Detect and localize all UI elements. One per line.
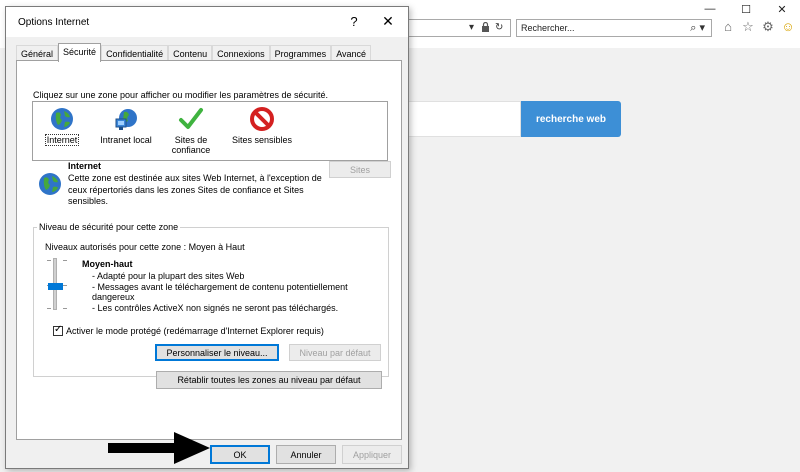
slider-tick	[63, 260, 67, 261]
refresh-icon[interactable]: ↻	[495, 22, 503, 33]
gear-icon[interactable]: ⚙	[760, 18, 776, 36]
dialog-titlebar: Options Internet ? ✕	[6, 7, 408, 37]
tab-security[interactable]: Sécurité	[58, 43, 102, 62]
close-window-button[interactable]: ✕	[764, 0, 800, 18]
protected-mode-checkbox[interactable]	[53, 324, 63, 336]
slider-tick	[47, 308, 51, 309]
maximize-button[interactable]: ☐	[728, 0, 764, 18]
internet-options-dialog: Options Internet ? ✕ Général Sécurité Co…	[5, 6, 409, 469]
security-level-details: - Adapté pour la plupart des sites Web -…	[92, 271, 362, 313]
allowed-levels-text: Niveaux autorisés pour cette zone : Moye…	[45, 242, 245, 252]
browser-search-box[interactable]: Rechercher... ⌕ ▾	[516, 19, 712, 37]
level-detail-line: - Adapté pour la plupart des sites Web	[92, 271, 245, 281]
search-placeholder: Rechercher...	[521, 23, 575, 33]
zone-internet[interactable]: Internet	[39, 102, 85, 146]
globe-icon	[49, 106, 75, 132]
ok-button[interactable]: OK	[210, 445, 270, 464]
minimize-button[interactable]: —	[692, 0, 728, 18]
slider-tick	[47, 260, 51, 261]
zone-intranet[interactable]: Intranet local	[93, 102, 159, 145]
toolbar-icons: ⌂ ☆ ⚙ ☺	[720, 18, 796, 36]
zone-description-title: Internet	[68, 161, 102, 171]
default-level-button[interactable]: Niveau par défaut	[289, 344, 381, 361]
search-icon[interactable]: ⌕ ▾	[690, 21, 705, 35]
zone-instruction: Cliquez sur une zone pour afficher ou mo…	[33, 90, 328, 100]
selected-zone-globe-icon	[37, 171, 63, 197]
help-button[interactable]: ?	[342, 14, 366, 29]
protected-mode-label: Activer le mode protégé (redémarrage d'I…	[66, 326, 324, 336]
favorites-star-icon[interactable]: ☆	[740, 18, 756, 36]
security-level-slider-thumb[interactable]	[48, 283, 63, 290]
cancel-button[interactable]: Annuler	[276, 445, 336, 464]
reset-all-zones-button[interactable]: Rétablir toutes les zones au niveau par …	[156, 371, 382, 389]
zone-label-trusted: Sites de confiance	[171, 135, 211, 155]
protected-mode-option[interactable]: Activer le mode protégé (redémarrage d'I…	[53, 324, 324, 336]
zone-restricted[interactable]: Sites sensibles	[229, 102, 295, 145]
blocked-icon	[249, 106, 275, 132]
web-search-button[interactable]: recherche web	[521, 101, 621, 137]
security-level-name: Moyen-haut	[82, 259, 133, 269]
checkmark-icon	[178, 106, 204, 132]
lock-icon	[481, 21, 490, 35]
security-panel: Cliquez sur une zone pour afficher ou mo…	[16, 60, 402, 440]
tab-strip: Général Sécurité Confidentialité Contenu…	[16, 43, 372, 62]
network-icon	[113, 106, 139, 132]
zone-label-restricted: Sites sensibles	[231, 135, 293, 145]
sites-button[interactable]: Sites	[329, 161, 391, 178]
pointer-arrow-icon	[108, 432, 210, 464]
dropdown-arrow-icon[interactable]: ▾	[469, 22, 474, 33]
dialog-title: Options Internet	[18, 17, 90, 28]
zone-label-intranet: Intranet local	[100, 135, 152, 145]
web-search-input[interactable]	[400, 101, 521, 137]
security-level-legend: Niveau de sécurité pour cette zone	[37, 222, 181, 232]
slider-tick	[63, 285, 67, 286]
slider-tick	[63, 308, 67, 309]
home-icon[interactable]: ⌂	[720, 18, 736, 36]
smiley-feedback-icon[interactable]: ☺	[780, 18, 796, 36]
zone-label-internet: Internet	[44, 134, 80, 146]
zone-trusted[interactable]: Sites de confiance	[163, 102, 219, 155]
window-controls: — ☐ ✕	[692, 0, 800, 18]
custom-level-button[interactable]: Personnaliser le niveau...	[155, 344, 279, 361]
level-detail-line: - Les contrôles ActiveX non signés ne se…	[92, 302, 339, 313]
zone-description-text: Cette zone est destinée aux sites Web In…	[68, 173, 322, 206]
level-detail-line: - Messages avant le téléchargement de co…	[92, 281, 348, 303]
address-bar[interactable]: ▾ ↻	[405, 19, 511, 37]
apply-button[interactable]: Appliquer	[342, 445, 402, 464]
close-dialog-button[interactable]: ✕	[376, 13, 400, 30]
zone-list: Internet Intranet local Sites de confian…	[32, 101, 388, 161]
